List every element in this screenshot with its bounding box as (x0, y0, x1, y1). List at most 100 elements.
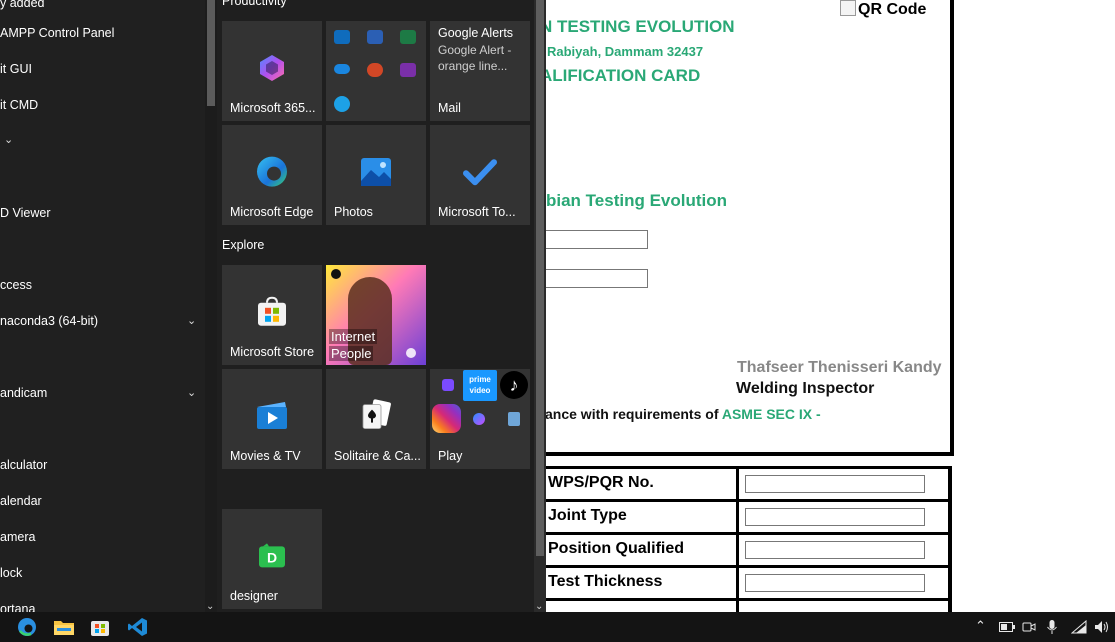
app-list-item[interactable]: y added (0, 0, 44, 10)
app-list-folder[interactable]: naconda3 (64-bit) ⌄ (0, 314, 205, 328)
tile-solitaire[interactable]: Solitaire & Ca... (326, 369, 426, 469)
tile-label: Play (438, 449, 463, 463)
tile-label: Solitaire & Ca... (334, 449, 421, 463)
app-list-item[interactable]: D Viewer (0, 206, 50, 220)
spotify-logo-icon (406, 348, 416, 358)
joint-type-input[interactable] (745, 508, 925, 526)
tile-office-apps-folder[interactable] (326, 21, 426, 121)
qr-code-image: QR Code (840, 0, 926, 19)
app-list-item[interactable]: amera (0, 530, 35, 544)
app-list-item[interactable]: AMPP Control Panel (0, 26, 114, 40)
mail-preview-line1: Google Alert - (438, 43, 512, 57)
table-row: WPS/PQR No. (520, 466, 952, 502)
tile-designer[interactable]: D designer (222, 509, 322, 609)
vscode-icon[interactable] (127, 617, 149, 637)
group-productivity[interactable]: Productivity (222, 0, 287, 8)
position-qualified-input[interactable] (745, 541, 925, 559)
tile-label: Microsoft To... (438, 205, 516, 219)
tile-microsoft-todo[interactable]: Microsoft To... (430, 125, 530, 225)
wps-pqr-input[interactable] (745, 475, 925, 493)
cell-divider (736, 568, 739, 601)
file-explorer-icon[interactable] (53, 617, 75, 637)
speaker-icon[interactable] (1094, 620, 1110, 634)
tile-microsoft-edge[interactable]: Microsoft Edge (222, 125, 322, 225)
meet-now-icon[interactable] (1022, 620, 1036, 634)
microphone-icon[interactable] (1046, 619, 1058, 635)
battery-icon[interactable] (999, 622, 1015, 632)
tile-label: designer (230, 589, 278, 603)
table-row: Position Qualified (520, 532, 952, 568)
tile-label: Microsoft Edge (230, 205, 314, 219)
app-list-item[interactable]: lock (0, 566, 22, 580)
inspector-title: Welding Inspector (736, 380, 875, 397)
table-border (948, 502, 952, 535)
tile-photos[interactable]: Photos (326, 125, 426, 225)
wifi-icon[interactable] (1071, 620, 1087, 634)
tile-microsoft-store[interactable]: Microsoft Store (222, 265, 322, 365)
test-thickness-input[interactable] (745, 574, 925, 592)
app-list-item[interactable]: alendar (0, 494, 42, 508)
scroll-down-arrow-icon[interactable]: ⌄ (206, 601, 214, 612)
tile-play-folder[interactable]: prime video ♪ Play (430, 369, 530, 469)
tiles-scrollbar[interactable]: ⌄ (534, 0, 546, 612)
chevron-down-icon: ⌄ (4, 134, 14, 146)
app-list-item[interactable]: alculator (0, 458, 47, 472)
scrollbar-thumb[interactable] (207, 0, 215, 106)
movies-tv-icon (257, 402, 287, 429)
edge-icon (257, 156, 287, 187)
scrollbar-thumb[interactable] (536, 0, 544, 556)
card-input-1[interactable] (540, 230, 648, 249)
app-list-folder[interactable]: andicam ⌄ (0, 386, 205, 400)
group-explore[interactable]: Explore (222, 238, 264, 252)
word-icon (367, 30, 383, 44)
onenote-icon (400, 63, 416, 77)
app-label: y added (0, 0, 45, 10)
row-label: WPS/PQR No. (548, 474, 654, 491)
excel-icon (400, 30, 416, 44)
mail-preview-line2: orange line... (438, 59, 508, 73)
svg-text:D: D (267, 549, 277, 565)
onedrive-icon (334, 64, 350, 74)
row-label: Joint Type (548, 507, 627, 524)
tile-movies-tv[interactable]: Movies & TV (222, 369, 322, 469)
card-input-2[interactable] (540, 269, 648, 288)
compliance-standard: ASME SEC IX - (721, 406, 821, 422)
app-label: it CMD (0, 98, 39, 112)
app-list-item[interactable]: ccess (0, 278, 32, 292)
start-menu: y added AMPP Control Panel it GUI it CMD… (0, 0, 546, 616)
tile-label: Microsoft 365... (230, 101, 316, 115)
tile-label: Microsoft Store (230, 345, 315, 359)
table-border (948, 568, 952, 601)
table-border (948, 535, 952, 568)
mail-sender: Google Alerts (438, 26, 514, 40)
designer-icon: D (259, 543, 285, 568)
table-border (948, 469, 952, 502)
card-title: ALIFICATION CARD (540, 66, 701, 85)
app-list-item[interactable]: it GUI (0, 62, 32, 76)
edge-taskbar-icon[interactable] (16, 617, 38, 637)
app-label: D Viewer (0, 206, 51, 220)
qr-code-alt-text: QR Code (858, 1, 927, 18)
inspector-name: Thafseer Thenisseri Kandy (737, 359, 942, 376)
app-label: it GUI (0, 62, 32, 76)
row-label: Test Thickness (548, 573, 663, 590)
company-name: N TESTING EVOLUTION (540, 17, 735, 36)
tile-label: Mail (438, 101, 461, 115)
store-icon (258, 296, 286, 326)
solitaire-cards-icon (362, 399, 391, 430)
app-label: alculator (0, 458, 48, 472)
scroll-down-arrow-icon[interactable]: ⌄ (535, 601, 543, 612)
tile-spotify-promo[interactable]: Internet People (326, 265, 426, 365)
tile-microsoft-365[interactable]: Microsoft 365... (222, 21, 322, 121)
chevron-up-icon[interactable]: ⌃ (975, 618, 986, 634)
messenger-icon (473, 413, 485, 425)
company-address: Rabiyah, Dammam 32437 (547, 44, 704, 59)
app-list-scrollbar[interactable]: ⌄ (205, 0, 217, 612)
app-list-item[interactable]: it CMD (0, 98, 38, 112)
store-taskbar-icon[interactable] (89, 617, 111, 637)
app-label: AMPP Control Panel (0, 26, 115, 40)
chevron-down-icon: ⌄ (187, 387, 197, 399)
tile-mail[interactable]: Google Alerts Google Alert - orange line… (430, 21, 530, 121)
compliance-statement: ance with requirements of ASME SEC IX - (545, 406, 821, 422)
app-label: lock (0, 566, 23, 580)
